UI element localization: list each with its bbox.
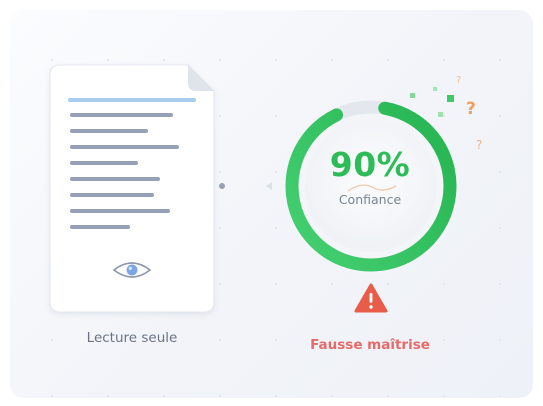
warning-icon [354,283,388,313]
connector-arrow [266,182,272,190]
doc-line [70,129,148,133]
question-mark-icon: ? [466,99,476,119]
document-caption: Lecture seule [86,330,178,346]
connector-dot [219,183,225,189]
status-caption: Fausse maîtrise [310,337,430,353]
doc-line [70,193,154,197]
confidence-label: Confiance [338,192,402,207]
question-mark-icon: ? [456,75,461,86]
confidence-gauge [283,98,459,274]
document-card [49,64,215,313]
doc-line [70,177,160,181]
doc-line [70,225,130,229]
question-mark-icon: ? [476,138,482,152]
doc-line [70,161,138,165]
doc-line [70,113,173,117]
doc-line [70,209,170,213]
doc-line-highlight [68,98,196,102]
confidence-percentage: 90% [329,145,411,184]
doc-line [70,145,179,149]
illustration-canvas: ? ? ? 90% Confiance Lecture seule Fausse… [10,10,533,398]
